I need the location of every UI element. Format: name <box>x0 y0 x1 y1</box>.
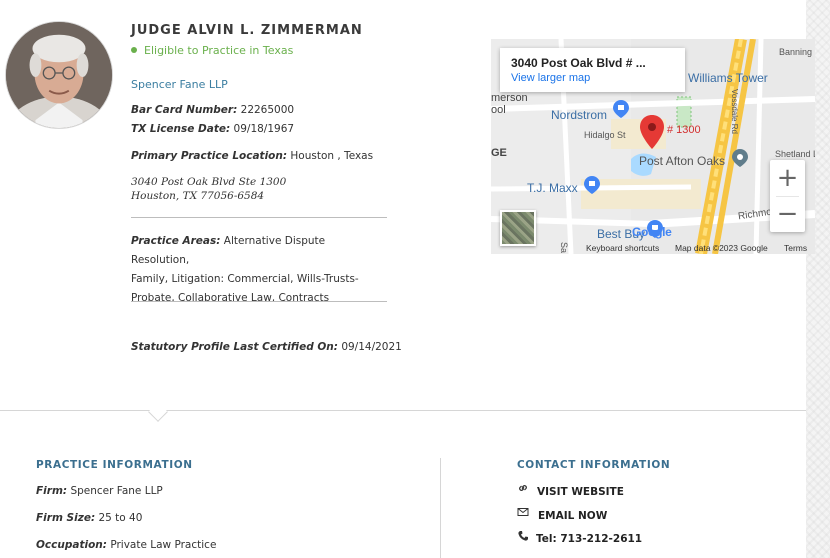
view-larger-map-link[interactable]: View larger map <box>511 72 685 84</box>
license-date-row: TX License Date: 09/18/1967 <box>131 123 294 135</box>
firm-size-value: 25 to 40 <box>98 512 143 524</box>
practice-info-title: PRACTICE INFORMATION <box>36 459 193 471</box>
firm-value: Spencer Fane LLP <box>70 485 163 497</box>
firm-label: Firm: <box>36 485 68 497</box>
divider-line <box>131 217 387 218</box>
satellite-view-toggle[interactable] <box>500 210 536 246</box>
location-map[interactable]: Banning Williams Tower merson ool Nordst… <box>491 39 815 254</box>
contact-info-title: CONTACT INFORMATION <box>517 459 671 471</box>
attorney-photo <box>5 21 113 129</box>
eligibility-text: Eligible to Practice in Texas <box>144 44 294 57</box>
practice-location-row: Primary Practice Location: Houston , Tex… <box>131 150 373 162</box>
visit-website-link[interactable]: VISIT WEBSITE <box>537 486 624 498</box>
phone-number[interactable]: Tel: 713-212-2611 <box>536 533 642 545</box>
office-address: 3040 Post Oak Blvd Ste 1300 Houston, TX … <box>131 175 286 203</box>
map-label-ool: ool <box>491 104 506 116</box>
eligibility-status: Eligible to Practice in Texas <box>131 44 293 57</box>
map-label-nordstrom: Nordstrom <box>551 108 608 122</box>
occupation-value: Private Law Practice <box>110 539 217 551</box>
google-logo: Google <box>632 225 672 239</box>
practice-areas: Practice Areas: Alternative Dispute Reso… <box>131 232 371 308</box>
map-label-hidalgo: Hidalgo St <box>584 130 626 140</box>
map-zoom-controls: + − <box>770 160 805 232</box>
map-info-card: 3040 Post Oak Blvd # ... View larger map <box>500 48 685 92</box>
divider-line <box>131 301 387 302</box>
email-now-link[interactable]: EMAIL NOW <box>538 510 607 522</box>
practice-location-label: Primary Practice Location: <box>131 150 288 162</box>
map-label-sa: Sa <box>559 242 569 254</box>
license-date-label: TX License Date: <box>131 123 231 135</box>
shopping-place-icon <box>584 176 600 194</box>
address-line-2: Houston, TX 77056-6584 <box>131 190 265 202</box>
map-card-address: 3040 Post Oak Blvd # ... <box>511 56 646 70</box>
place-marker-icon <box>732 149 748 167</box>
address-line-1: 3040 Post Oak Blvd Ste 1300 <box>131 176 287 188</box>
google-logo-text: Google <box>632 225 672 239</box>
occupation-label: Occupation: <box>36 539 107 551</box>
terms-link[interactable]: Terms <box>784 243 807 253</box>
column-separator <box>440 458 441 558</box>
shopping-place-icon <box>613 100 629 118</box>
occupation-row: Occupation: Private Law Practice <box>36 539 216 551</box>
certified-value: 09/14/2021 <box>341 341 402 353</box>
license-date-value: 09/18/1967 <box>233 123 295 135</box>
keyboard-shortcuts-link[interactable]: Keyboard shortcuts <box>586 243 659 253</box>
certified-row: Statutory Profile Last Certified On: 09/… <box>131 341 402 353</box>
map-footer: Keyboard shortcuts Map data ©2023 Google… <box>581 243 815 254</box>
envelope-icon <box>517 506 529 518</box>
practice-areas-line-3: Probate, Collaborative Law, Contracts <box>131 292 330 304</box>
map-data-attribution: Map data ©2023 Google <box>675 243 768 253</box>
bar-card-label: Bar Card Number: <box>131 104 238 116</box>
divider-notch <box>148 402 168 422</box>
map-label-williams-tower: Williams Tower <box>688 71 768 85</box>
firm-size-row: Firm Size: 25 to 40 <box>36 512 142 524</box>
attorney-name: JUDGE ALVIN L. ZIMMERMAN <box>131 23 363 38</box>
map-label-banning: Banning <box>779 47 813 57</box>
zoom-in-button[interactable]: + <box>770 160 805 196</box>
firm-link[interactable]: Spencer Fane LLP <box>131 78 228 91</box>
firm-row: Firm: Spencer Fane LLP <box>36 485 163 497</box>
map-label-shetland: Shetland L <box>775 149 815 159</box>
map-label-suite: # 1300 <box>667 124 701 136</box>
map-label-merson: merson <box>491 92 528 104</box>
bar-card-value: 22265000 <box>240 104 295 116</box>
map-label-tj-maxx: T.J. Maxx <box>527 181 578 195</box>
zoom-out-button[interactable]: − <box>770 196 805 232</box>
section-divider <box>0 410 806 411</box>
map-pin-icon[interactable] <box>640 115 664 149</box>
link-icon <box>517 482 529 494</box>
bar-card-row: Bar Card Number: 22265000 <box>131 104 294 116</box>
map-label-post-afton-oaks: Post Afton Oaks <box>639 154 726 168</box>
certified-label: Statutory Profile Last Certified On: <box>131 341 338 353</box>
firm-size-label: Firm Size: <box>36 512 96 524</box>
practice-location-value: Houston , Texas <box>290 150 374 162</box>
map-label-ge: GE <box>491 147 507 159</box>
map-label-vossdale: Vossdale Rd <box>730 89 739 134</box>
practice-areas-line-2: Family, Litigation: Commercial, Wills-Tr… <box>131 273 359 285</box>
phone-icon <box>517 530 529 542</box>
practice-areas-label: Practice Areas: <box>131 235 221 247</box>
status-dot-icon <box>131 47 137 53</box>
